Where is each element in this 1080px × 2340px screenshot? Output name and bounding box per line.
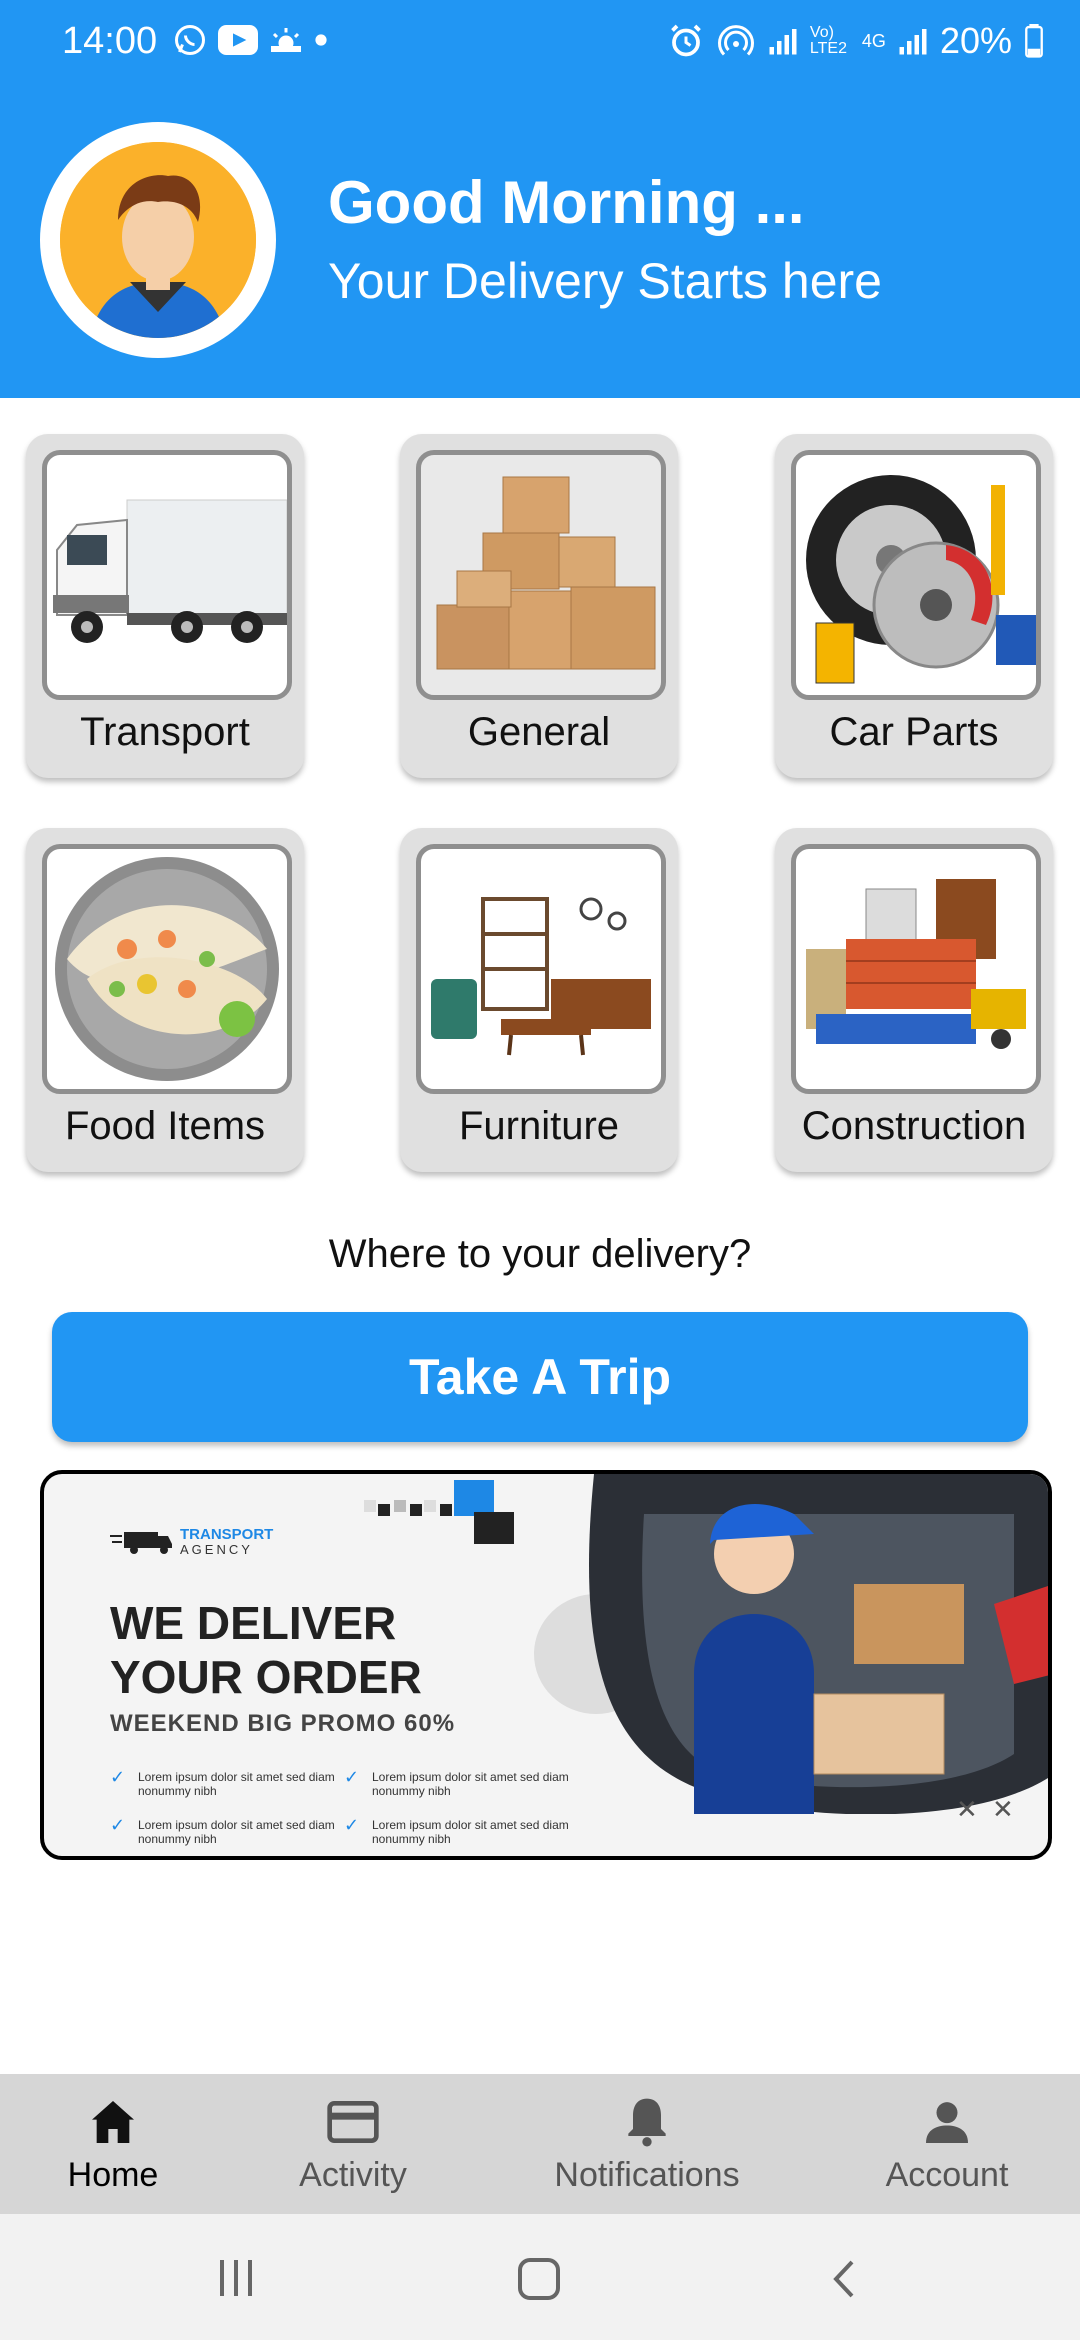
nav-label: Notifications (554, 2156, 740, 2194)
system-navigation-bar (0, 2214, 1080, 2340)
notification-icons (172, 22, 328, 58)
home-button-icon[interactable] (516, 2256, 562, 2302)
bell-icon (628, 2098, 666, 2147)
category-label: Construction (801, 1104, 1027, 1148)
whatsapp-icon (175, 25, 205, 55)
network-label: Vo) LTE2 (809, 24, 847, 57)
category-card-car-parts[interactable]: Car Parts (775, 434, 1053, 778)
user-avatar-icon (60, 142, 256, 338)
alarm-icon (671, 24, 701, 57)
brand-subtitle: AGENCY (180, 1542, 253, 1557)
battery-percent: 20% (939, 20, 1012, 61)
category-card-furniture[interactable]: Furniture (400, 828, 678, 1172)
category-label: Furniture (458, 1104, 620, 1148)
bullet-text: Lorem ipsum dolor sit amet sed diam nonu… (138, 1770, 335, 1798)
avatar (60, 142, 256, 338)
banner-promo: WEEKEND BIG PROMO 60% (110, 1710, 456, 1737)
delivery-prompt: Where to your delivery? (328, 1232, 752, 1276)
status-time: 14:00 (62, 20, 158, 62)
truck-image (42, 450, 292, 700)
nav-label: Home (67, 2156, 159, 2194)
check-icon: ✓ (110, 1767, 126, 1787)
pixel-decoration (364, 1480, 514, 1544)
network-type: 4G (861, 30, 886, 51)
car-parts-image (791, 450, 1041, 700)
nav-label: Account (885, 2156, 1009, 2194)
category-label: Food Items (64, 1104, 266, 1148)
headline-line-2: YOUR ORDER (110, 1651, 422, 1703)
youtube-icon (218, 25, 258, 55)
delivery-person-image (534, 1474, 1048, 1814)
close-x-icon: ✕ (956, 1794, 978, 1824)
check-icon: ✓ (344, 1767, 360, 1787)
back-icon[interactable] (826, 2258, 862, 2300)
category-label: General (467, 710, 611, 754)
brand-name: TRANSPORT (180, 1526, 274, 1543)
bullet-text: Lorem ipsum dolor sit amet sed diam nonu… (138, 1818, 335, 1846)
nav-label: Activity (299, 2156, 407, 2194)
category-card-construction[interactable]: Construction (775, 828, 1053, 1172)
nav-notifications[interactable]: Notifications (530, 2074, 764, 2214)
food-image (42, 844, 292, 1094)
home-icon (92, 2101, 134, 2143)
nav-activity[interactable]: Activity (268, 2074, 438, 2214)
header: 14:00 Vo) LTE2 4G 20% Good Morning ... Y… (0, 0, 1080, 398)
hotspot-icon (717, 25, 754, 56)
dot-icon (315, 34, 327, 46)
close-x-icon-2: ✕ (992, 1794, 1014, 1824)
card-icon (327, 2101, 379, 2143)
weather-icon (271, 28, 301, 52)
category-card-general[interactable]: General (400, 434, 678, 778)
furniture-image (416, 844, 666, 1094)
banner-headline: WE DELIVER YOUR ORDER (110, 1596, 422, 1704)
construction-image (791, 844, 1041, 1094)
signal-icon (769, 29, 797, 55)
headline-line-1: WE DELIVER (110, 1597, 397, 1649)
battery-icon (1025, 24, 1043, 58)
bullet-text: Lorem ipsum dolor sit amet sed diam nonu… (372, 1818, 569, 1846)
greeting-subtitle: Your Delivery Starts here (328, 253, 882, 309)
category-label: Transport (80, 710, 250, 754)
take-a-trip-button[interactable]: Take A Trip (52, 1312, 1028, 1442)
boxes-image (416, 450, 666, 700)
status-right: Vo) LTE2 4G 20% (668, 20, 1044, 62)
recent-apps-icon[interactable] (214, 2258, 258, 2298)
person-icon (926, 2102, 968, 2143)
signal-icon-2 (899, 29, 927, 55)
status-bar: 14:00 Vo) LTE2 4G 20% (0, 0, 1080, 86)
greeting-title: Good Morning ... (328, 169, 805, 236)
nav-home[interactable]: Home (28, 2074, 198, 2214)
truck-logo-icon (110, 1532, 172, 1554)
category-card-food-items[interactable]: Food Items (26, 828, 304, 1172)
category-card-transport[interactable]: Transport (26, 434, 304, 778)
avatar-ring[interactable] (40, 122, 276, 358)
bottom-nav: Home Activity Notifications Account (0, 2074, 1080, 2214)
check-icon: ✓ (344, 1815, 360, 1835)
check-icon: ✓ (110, 1815, 126, 1835)
nav-account[interactable]: Account (862, 2074, 1032, 2214)
promo-banner[interactable]: TRANSPORT AGENCY WE DELIVER YOUR ORDER W… (40, 1470, 1052, 1860)
category-label: Car Parts (829, 710, 999, 754)
